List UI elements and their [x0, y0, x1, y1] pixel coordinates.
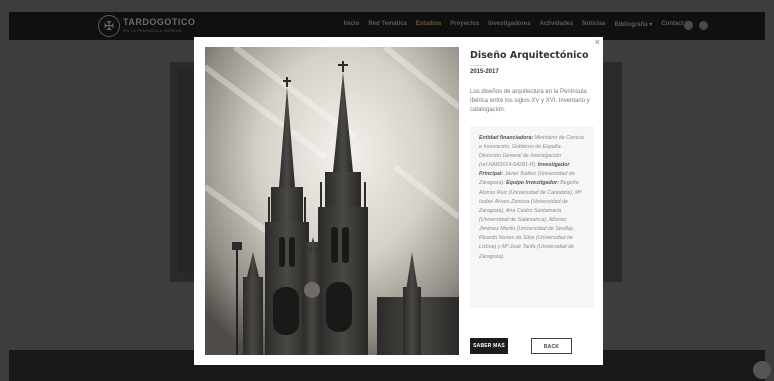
logo-icon[interactable]: ✠ — [98, 15, 120, 37]
nav-item-bibliografia[interactable]: Bibliografía ▾ — [615, 21, 653, 28]
nav-item-proyectos[interactable]: Proyectos — [450, 21, 479, 28]
project-description: Los diseños de arquitectura en la Peníns… — [470, 89, 590, 114]
scroll-to-top-button[interactable] — [753, 361, 771, 379]
close-icon[interactable]: × — [595, 37, 600, 47]
nav-item-red-tematica[interactable]: Red Temática — [368, 21, 407, 28]
brand-name[interactable]: TARDOGOTICO — [123, 17, 195, 27]
project-info-box: Entidad financiadora: Ministerio de Cien… — [470, 125, 594, 308]
nav-item-noticias[interactable]: Noticias — [582, 21, 605, 28]
nav-item-investigadores[interactable]: Investigadores — [488, 21, 530, 28]
research-team-label: Equipo Investigador: — [506, 180, 559, 187]
nav-item-inicio[interactable]: Inicio — [344, 21, 360, 28]
nav-item-estudios[interactable]: Estudios — [416, 21, 441, 28]
cathedral-photo — [205, 47, 459, 355]
site-header: ✠ TARDOGOTICO EN LA PENÍNSULA IBÉRICA In… — [9, 12, 765, 40]
brand-tagline: EN LA PENÍNSULA IBÉRICA — [123, 28, 182, 33]
twitter-icon[interactable] — [699, 21, 708, 30]
project-modal: × Diseño Arquitectónico 2015-2017 Los di… — [194, 37, 603, 365]
saber-mas-button[interactable]: SABER MAS — [470, 338, 508, 354]
title-divider — [470, 65, 486, 66]
back-button[interactable]: BACK — [531, 338, 572, 354]
project-details: Diseño Arquitectónico 2015-2017 Los dise… — [470, 47, 594, 308]
main-nav: Inicio Red Temática Estudios Proyectos I… — [344, 21, 693, 28]
research-team-value: Begoña Alonso Ruiz (Universidad de Canta… — [479, 180, 582, 260]
nav-item-actividades[interactable]: Actividades — [540, 21, 574, 28]
facebook-icon[interactable] — [684, 21, 693, 30]
project-years: 2015-2017 — [470, 69, 499, 75]
modal-title: Diseño Arquitectónico — [470, 50, 589, 61]
funding-label: Entidad financiadora: — [479, 134, 534, 141]
